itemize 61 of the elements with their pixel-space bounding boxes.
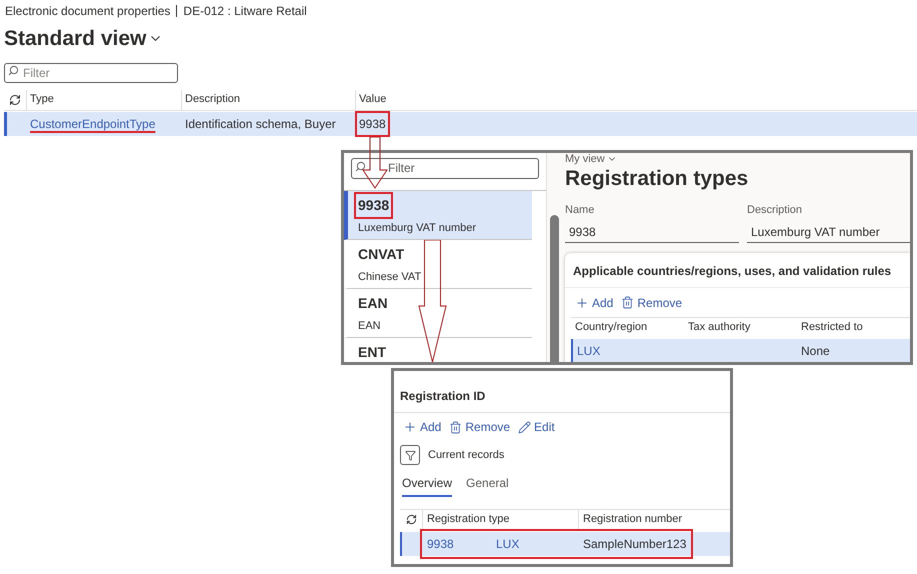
arrow-drawing: [362, 137, 388, 189]
column-header[interactable]: Description: [181, 90, 355, 110]
pencil-icon: [518, 420, 532, 434]
list-item-title: EAN: [357, 294, 389, 313]
tab[interactable]: Overview: [402, 474, 452, 497]
section-title: Registration ID: [394, 371, 730, 413]
breadcrumb-record: DE-012 : Litware Retail: [183, 3, 307, 20]
refresh-icon[interactable]: [406, 514, 416, 525]
toolbar-button[interactable]: Remove: [621, 294, 682, 312]
list-item-title: 9938: [356, 194, 392, 217]
table-cell-text: LUX: [495, 536, 520, 553]
list-item-subtitle: Luxemburg VAT number: [357, 221, 478, 236]
toolbar-button[interactable]: Remove: [449, 418, 510, 436]
list-item-title: CNVAT: [357, 245, 406, 264]
view-menu[interactable]: My view: [565, 153, 617, 165]
page-title: Registration types: [565, 166, 750, 192]
table-row[interactable]: LUX None: [571, 338, 910, 362]
table-row[interactable]: 9938 LUX SampleNumber123: [400, 532, 730, 556]
refresh-icon[interactable]: [9, 94, 21, 106]
filter-field[interactable]: Filter: [351, 158, 539, 178]
table-row[interactable]: CustomerEndpointType Identification schema, Buyer 9938: [4, 112, 917, 136]
table-cell-text: SampleNumber123: [582, 536, 688, 553]
breadcrumb-title: Electronic document properties: [5, 3, 170, 20]
view-selector[interactable]: Standard view: [0, 23, 164, 54]
filter-button[interactable]: [400, 445, 420, 465]
search-icon: [8, 64, 19, 76]
section-title: Applicable countries/regions, uses, and validation rules: [565, 252, 910, 288]
field-label: Name: [565, 203, 596, 218]
filter-label: Current records: [428, 448, 504, 463]
type-link[interactable]: CustomerEndpointType: [30, 116, 156, 130]
plus-icon: [403, 420, 417, 434]
column-header[interactable]: Tax authority: [684, 318, 797, 336]
toolbar-button[interactable]: Add: [403, 418, 442, 436]
toolbar-button[interactable]: Edit: [518, 418, 555, 436]
trash-icon: [449, 420, 462, 434]
list-item-subtitle: EAN: [357, 319, 382, 334]
input-field[interactable]: Luxemburg VAT number: [747, 222, 910, 242]
column-header[interactable]: Restricted to: [797, 318, 910, 336]
column-header[interactable]: Registration type: [422, 510, 578, 529]
table-cell-text: LUX: [576, 342, 602, 360]
filter-field[interactable]: Filter: [4, 62, 178, 82]
plus-icon: [575, 296, 589, 310]
search-icon: [355, 161, 366, 172]
trash-icon: [621, 296, 634, 309]
toolbar-button[interactable]: Add: [575, 294, 614, 312]
table-cell-text: None: [800, 342, 831, 360]
funnel-icon: [404, 450, 416, 460]
list-item-subtitle: Chinese VAT: [357, 270, 422, 285]
list-item[interactable]: 9938 Luxemburg VAT number: [344, 191, 532, 240]
column-header[interactable]: Registration number: [578, 510, 730, 529]
tab[interactable]: General: [466, 474, 509, 497]
table-cell: Identification schema, Buyer: [185, 116, 336, 130]
value-cell: 9938: [357, 112, 388, 134]
column-header[interactable]: Value: [355, 90, 917, 110]
list-item-title: ENT: [357, 343, 387, 362]
input-field[interactable]: 9938: [565, 222, 739, 242]
field-label: Description: [747, 203, 804, 218]
column-header[interactable]: Type: [26, 90, 181, 110]
column-header[interactable]: Country/region: [571, 318, 684, 336]
scrollbar[interactable]: [550, 215, 559, 362]
table-cell-text: 9938: [426, 536, 455, 553]
